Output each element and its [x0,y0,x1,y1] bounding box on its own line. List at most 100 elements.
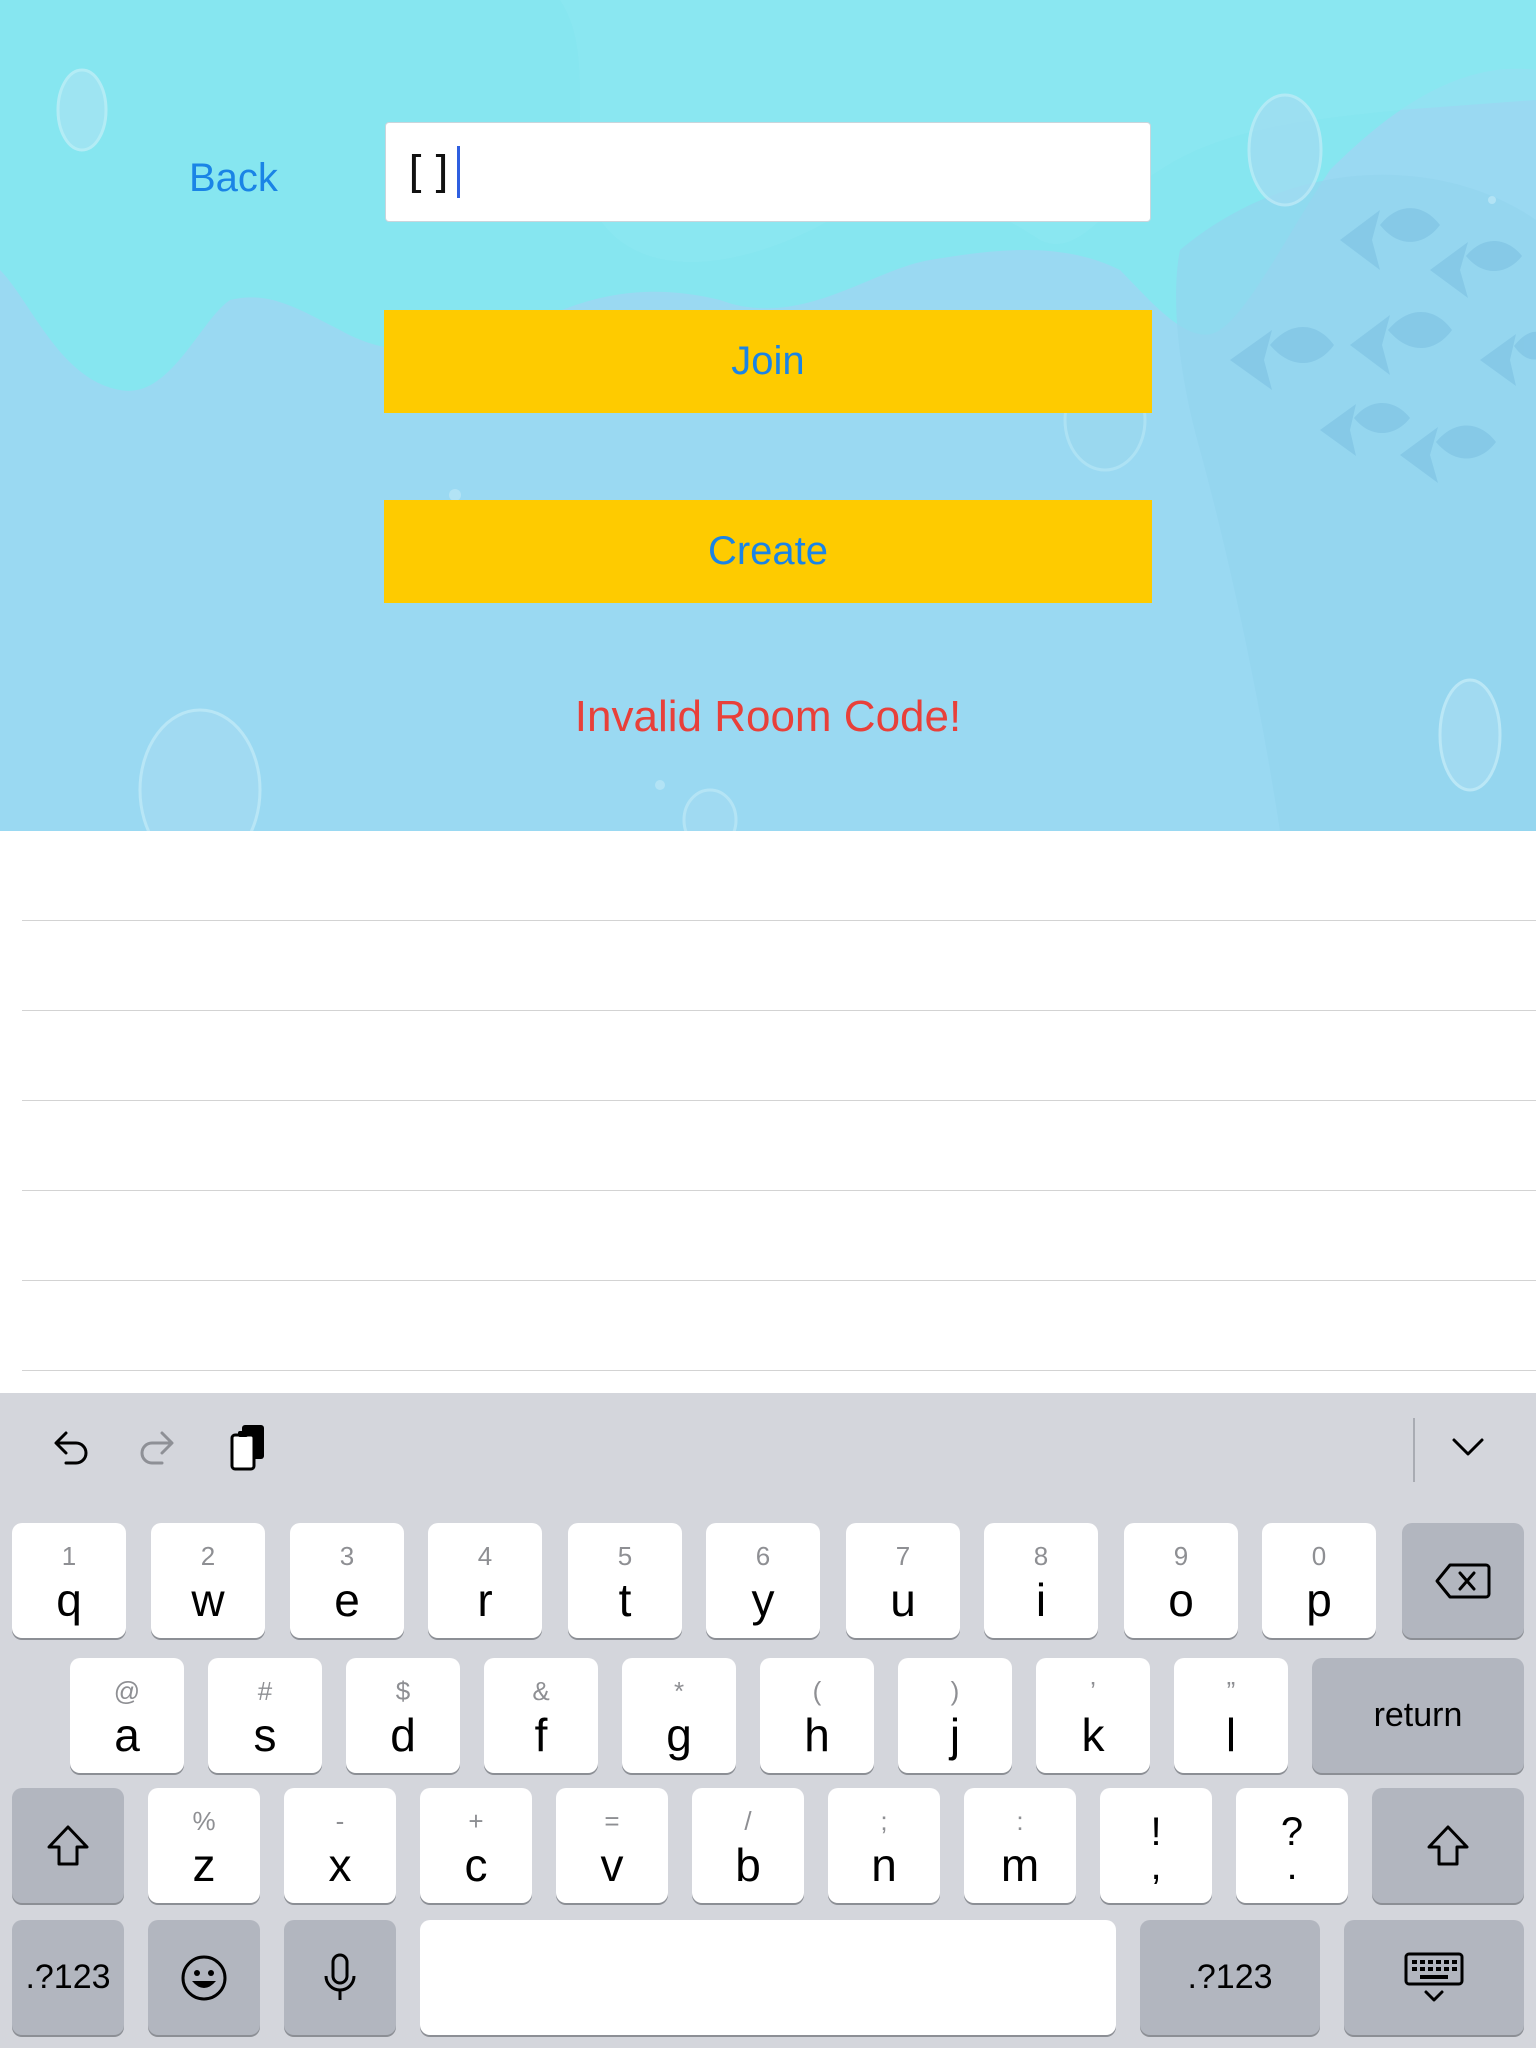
key-b[interactable]: / b [692,1788,804,1903]
key-alt-char: ” [1226,1676,1236,1706]
key-alt-char: 4 [477,1541,493,1571]
shift-icon [12,1788,124,1903]
key-char: d [390,1709,416,1761]
key-alt-char: / [744,1806,752,1836]
list-separator [22,1010,1536,1011]
key-j[interactable]: ) j [898,1658,1012,1773]
room-code-value: [] [402,146,455,198]
key-char: o [1168,1574,1194,1626]
key-char: r [477,1574,493,1626]
key-alt-char: 8 [1033,1541,1049,1571]
key-alt-char: @ [113,1676,141,1706]
keyboard-dismiss-icon [1344,1920,1524,2035]
return-key[interactable]: return [1312,1658,1524,1773]
list-separator [22,1190,1536,1191]
key-char: l [1225,1709,1237,1761]
list-separator [22,1370,1536,1371]
key-alt-char: 7 [895,1541,911,1571]
key-alt-char: 0 [1311,1541,1327,1571]
key-char: u [890,1574,916,1626]
key-alt-char: = [604,1806,620,1836]
redo-icon[interactable] [126,1415,190,1479]
key-e[interactable]: 3e [290,1523,404,1638]
text-caret [456,146,460,198]
dictation-key[interactable] [284,1920,396,2035]
key-m[interactable]: :m [964,1788,1076,1903]
hide-keyboard-key[interactable] [1344,1920,1524,2035]
key-alt-char: + [468,1806,484,1836]
key-alt-char: & [532,1676,550,1706]
key-char: q [56,1574,82,1626]
key-x[interactable]: -x [284,1788,396,1903]
key-d[interactable]: $ d [346,1658,460,1773]
list-separator [22,1100,1536,1101]
key-a[interactable]: @ a [70,1658,184,1773]
key-alt-char: 2 [200,1541,216,1571]
emoji-icon [148,1920,260,2035]
key-char: m [1000,1839,1040,1891]
create-button[interactable]: Create [384,500,1152,603]
shift-key-right[interactable] [1372,1788,1524,1903]
list-separator [22,1280,1536,1281]
key-i[interactable]: 8i [984,1523,1098,1638]
numbers-label: .?123 [1187,1958,1273,1996]
paste-icon[interactable] [216,1415,280,1479]
key-f[interactable]: & f [484,1658,598,1773]
key-alt-char: % [192,1806,216,1836]
key-lower-char: . [1286,1844,1298,1888]
key-alt-char: 5 [617,1541,633,1571]
join-button[interactable]: Join [384,310,1152,413]
key-question-period[interactable]: ?. [1236,1788,1348,1903]
key-l[interactable]: ” l [1174,1658,1288,1773]
key-c[interactable]: + c [420,1788,532,1903]
key-char: t [618,1574,632,1626]
key-alt-char: : [1016,1806,1024,1836]
key-char: i [1035,1574,1047,1626]
onscreen-keyboard: 1q 2w 3e 4r 5t 6y 7u 8i 9o 0p @ a # s $ d &… [0,1393,1536,2048]
key-lower-char: , [1150,1844,1162,1888]
key-alt-char: * [673,1676,685,1706]
key-char: b [735,1839,761,1891]
key-k[interactable]: ’ k [1036,1658,1150,1773]
key-s[interactable]: # s [208,1658,322,1773]
key-y[interactable]: 6y [706,1523,820,1638]
key-o[interactable]: 9o [1124,1523,1238,1638]
key-char: z [192,1839,216,1891]
delete-key[interactable] [1402,1523,1524,1638]
key-t[interactable]: 5t [568,1523,682,1638]
space-key[interactable] [420,1920,1116,2035]
key-alt-char: # [257,1676,273,1706]
key-v[interactable]: = v [556,1788,668,1903]
key-exclamation-comma[interactable]: !, [1100,1788,1212,1903]
shift-key-left[interactable] [12,1788,124,1903]
error-message: Invalid Room Code! [574,692,962,741]
numbers-key-right[interactable]: .?123 [1140,1920,1320,2035]
key-char: s [253,1709,277,1761]
chevron-down-icon[interactable] [1436,1415,1500,1479]
key-q[interactable]: 1q [12,1523,126,1638]
toolbar-divider [1413,1418,1415,1482]
key-char: f [534,1709,548,1761]
key-alt-char: ) [950,1676,960,1706]
backspace-icon [1402,1523,1524,1638]
key-n[interactable]: ; n [828,1788,940,1903]
key-char: g [666,1709,692,1761]
key-w[interactable]: 2w [151,1523,265,1638]
numbers-key-left[interactable]: .?123 [12,1920,124,2035]
undo-icon[interactable] [38,1415,102,1479]
key-alt-char: 3 [339,1541,355,1571]
key-p[interactable]: 0p [1262,1523,1376,1638]
key-alt-char: 6 [755,1541,771,1571]
key-g[interactable]: * g [622,1658,736,1773]
key-r[interactable]: 4r [428,1523,542,1638]
back-button[interactable]: Back [189,156,278,201]
key-z[interactable]: % z [148,1788,260,1903]
key-alt-char: ’ [1090,1676,1096,1706]
room-code-input[interactable]: [] [385,122,1151,222]
key-alt-char: ( [812,1676,822,1706]
emoji-key[interactable] [148,1920,260,2035]
key-u[interactable]: 7u [846,1523,960,1638]
key-char: j [949,1709,961,1761]
ocean-background: Back [] Join Create Invalid Room Code! [0,0,1536,831]
key-h[interactable]: (h [760,1658,874,1773]
